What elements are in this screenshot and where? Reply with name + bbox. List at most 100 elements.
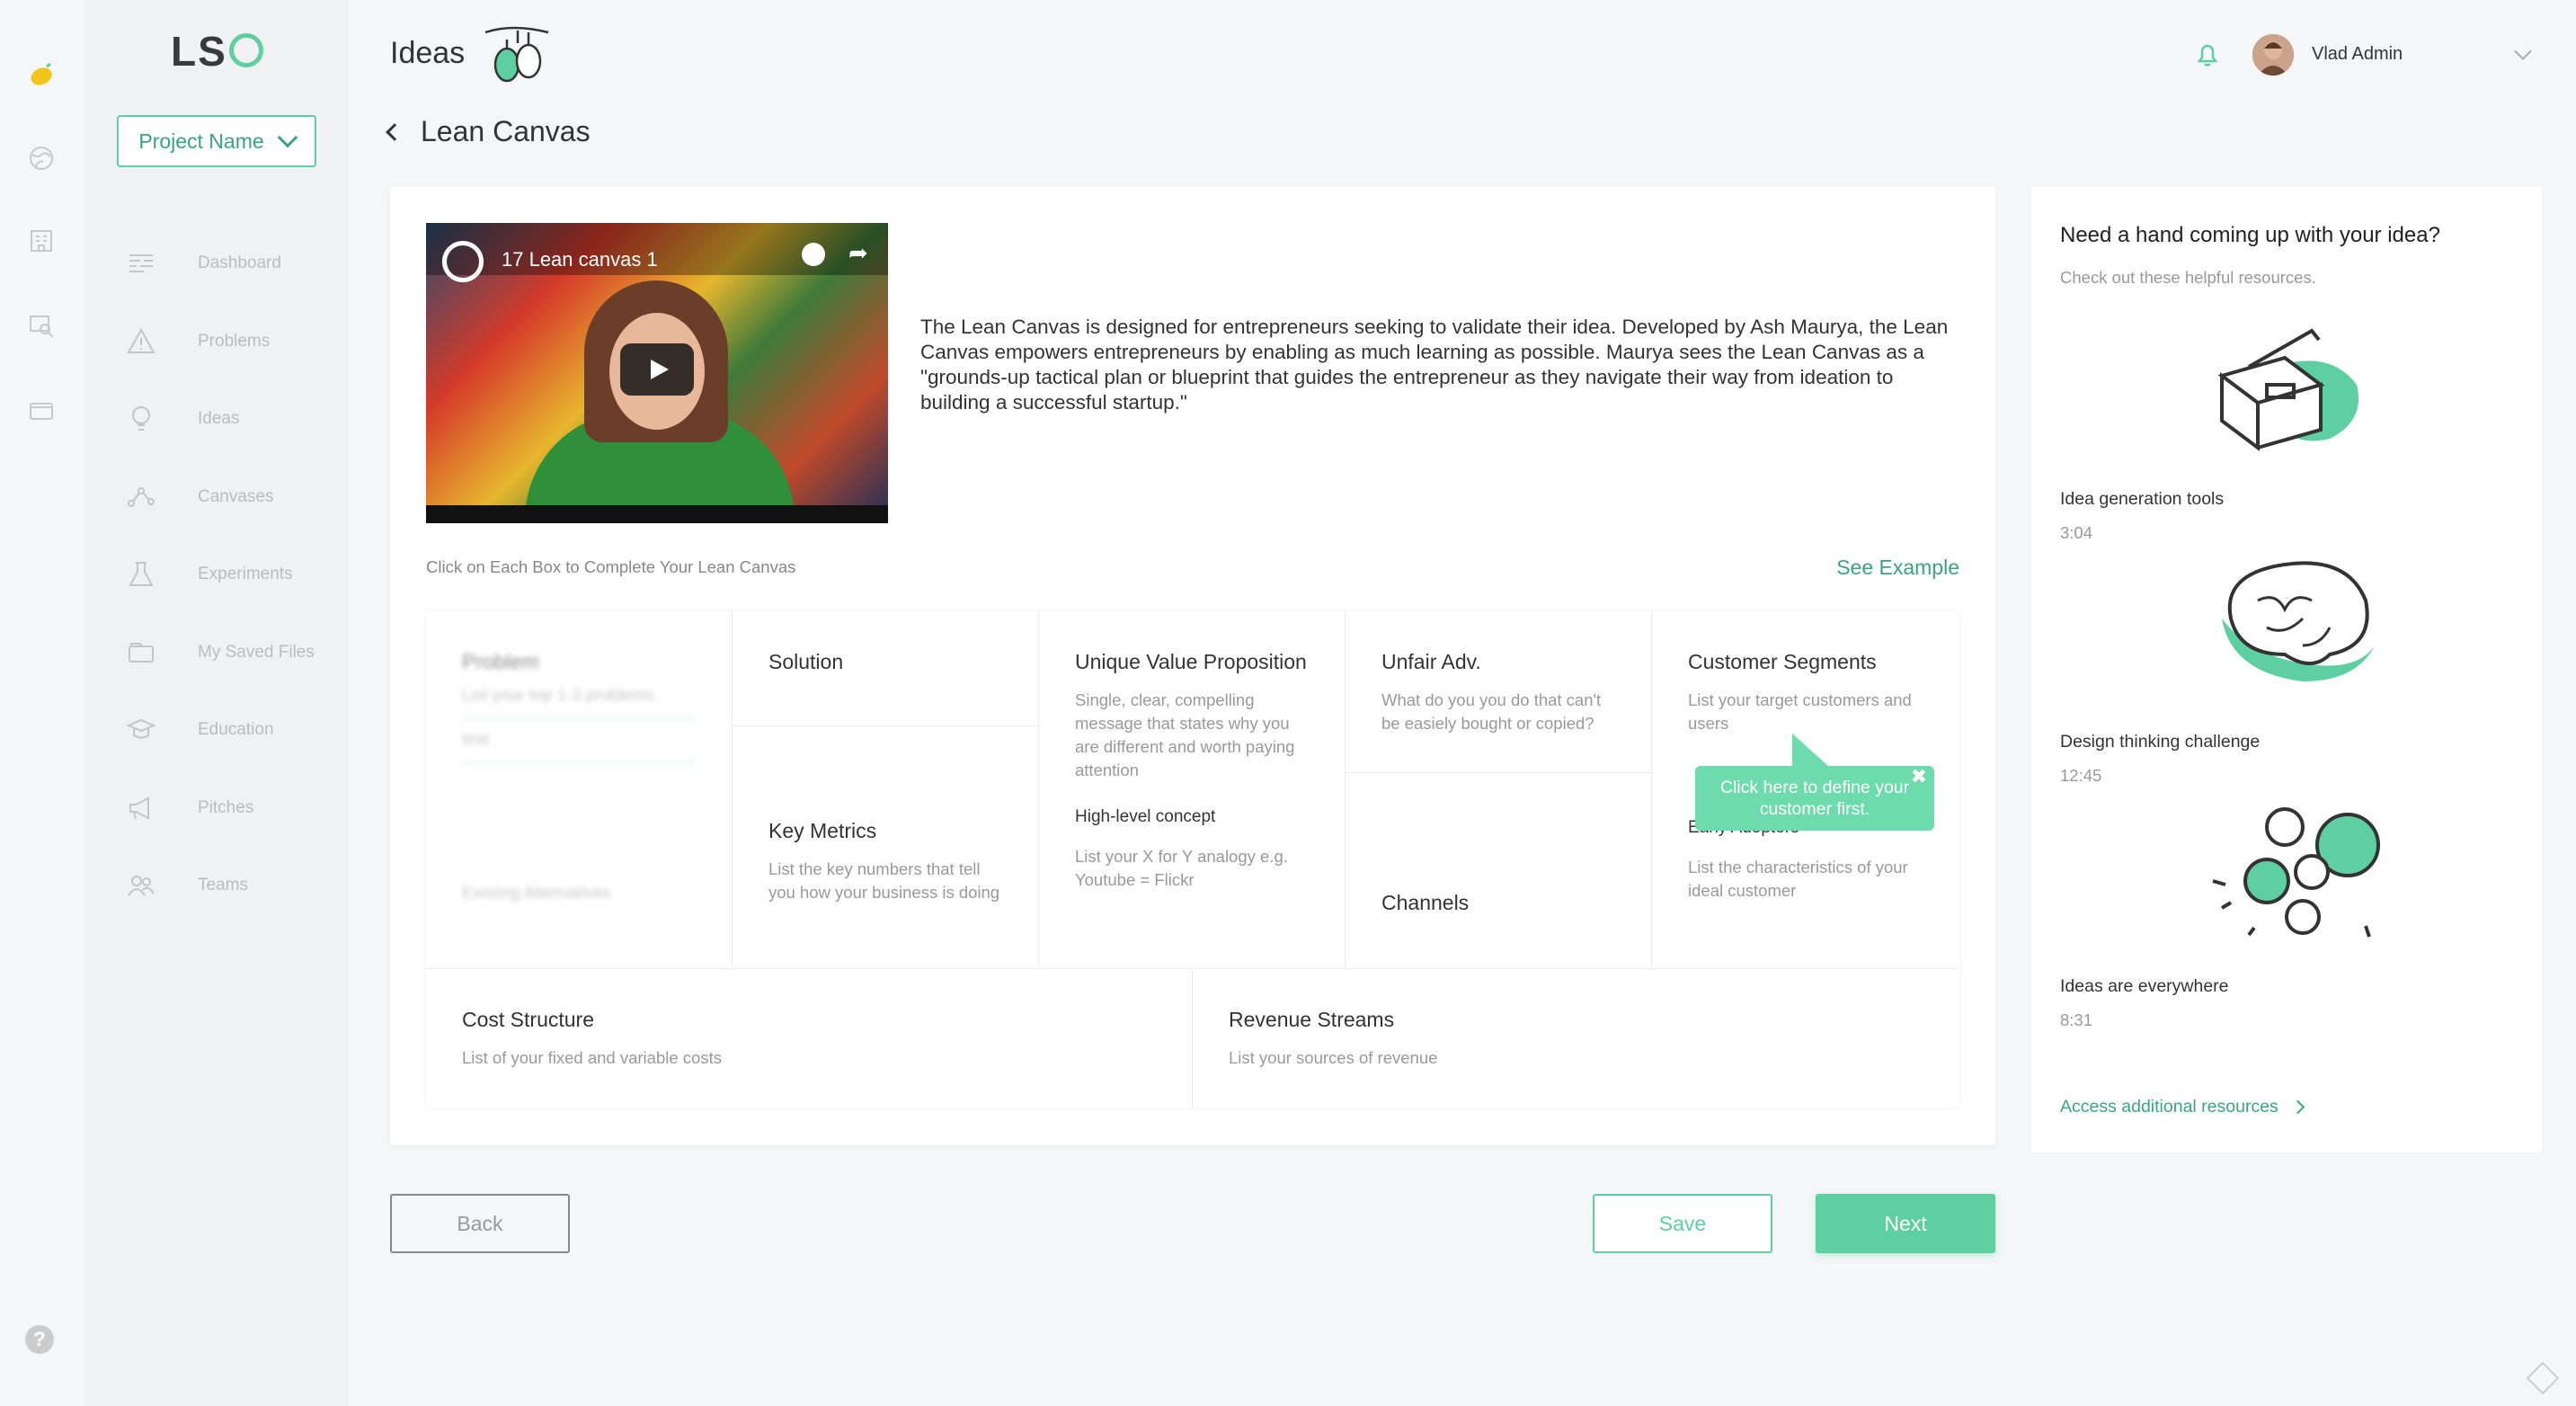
diamond-icon	[2526, 1361, 2560, 1395]
resource-title: Idea generation tools	[2060, 489, 2225, 509]
cost-title: Cost Structure	[462, 1008, 594, 1031]
lemons-illustration-icon	[484, 26, 549, 83]
user-name[interactable]: Vlad Admin	[2312, 44, 2403, 65]
high-level-concept-title: High-level concept	[1075, 807, 1216, 826]
unfair-desc: What do you you do that can't be easiely…	[1381, 690, 1602, 733]
back-button[interactable]: Back	[390, 1194, 570, 1253]
sidebar-item-experiments[interactable]: Experiments	[84, 536, 349, 614]
resource-title: Design thinking challenge	[2060, 732, 2261, 752]
problem-underline	[462, 717, 696, 720]
project-select-label: Project Name	[138, 129, 264, 153]
uvp-desc: Single, clear, compelling message that s…	[1075, 690, 1295, 779]
high-level-concept-desc: List your X for Y analogy e.g. Youtube =…	[1075, 847, 1288, 889]
sub-title: Lean Canvas	[421, 115, 591, 147]
lean-canvas-grid: Problem List your top 1-3 problems test …	[426, 611, 1959, 1108]
play-button[interactable]	[620, 343, 694, 396]
lightbulb-icon	[132, 406, 150, 432]
page-title: Ideas	[390, 36, 466, 70]
sidebar-item-problems[interactable]: Problems	[84, 303, 349, 381]
resource-duration: 8:31	[2060, 1010, 2093, 1029]
resource-duration: 12:45	[2060, 766, 2102, 785]
globe-icon[interactable]	[25, 142, 58, 174]
canvas-box-revenue-streams[interactable]: Revenue Streams List your sources of rev…	[1193, 969, 1959, 1108]
canvas-box-problem[interactable]: Problem List your top 1-3 problems test …	[426, 611, 733, 969]
uvp-title: Unique Value Proposition	[1075, 650, 1307, 673]
resource-title: Ideas are everywhere	[2060, 976, 2229, 996]
video-player[interactable]: 17 Lean canvas 1 ➦	[426, 223, 888, 523]
canvas-box-unfair-advantage[interactable]: Unfair Adv. What do you you do that can'…	[1346, 611, 1652, 773]
chevron-left-icon[interactable]	[386, 122, 404, 141]
problem-blurred: Problem List your top 1-3 problems test …	[462, 647, 696, 904]
video-bottombar	[426, 505, 888, 523]
project-select[interactable]: Project Name	[117, 115, 316, 167]
canvas-box-solution[interactable]: Solution	[733, 611, 1039, 726]
sidebar-item-saved-files[interactable]: My Saved Files	[84, 614, 349, 692]
tooltip-text: Click here to define your customer first…	[1719, 778, 1910, 819]
sidebar-item-ideas[interactable]: Ideas	[84, 380, 349, 458]
toolbox-illustration-icon	[2217, 328, 2358, 451]
chevron-right-icon	[2290, 1099, 2305, 1115]
resource-duration: 3:04	[2060, 523, 2093, 542]
revenue-title: Revenue Streams	[1229, 1008, 1395, 1031]
sidebar: LS Project Name Dashboard Problems Ideas…	[84, 0, 349, 1406]
watch-later-icon[interactable]	[802, 243, 825, 266]
solution-title: Solution	[768, 650, 844, 673]
bell-icon[interactable]	[2195, 41, 2220, 68]
warning-icon	[127, 327, 155, 353]
lightbulbs-illustration-icon	[2212, 807, 2380, 938]
segments-desc: List your target customers and users	[1688, 690, 1912, 733]
close-icon[interactable]: ✖	[1911, 766, 1927, 788]
unfair-title: Unfair Adv.	[1381, 650, 1481, 673]
key-metrics-title: Key Metrics	[768, 819, 877, 842]
canvas-box-key-metrics[interactable]: Key Metrics List the key numbers that te…	[733, 726, 1039, 969]
help-icon[interactable]: ?	[25, 1325, 54, 1354]
cost-desc: List of your fixed and variable costs	[462, 1048, 722, 1067]
existing-alternatives: Existing Alternatives	[462, 883, 611, 902]
resources-title: Need a hand coming up with your idea?	[2060, 223, 2440, 247]
sidebar-item-education[interactable]: Education	[84, 691, 349, 770]
logo[interactable]: LS	[171, 27, 263, 76]
intro-text: The Lean Canvas is designed for entrepre…	[920, 316, 1949, 414]
canvas-box-cost-structure[interactable]: Cost Structure List of your fixed and va…	[426, 969, 1193, 1108]
sidebar-item-dashboard[interactable]: Dashboard	[84, 225, 349, 303]
lean-canvas-card: 17 Lean canvas 1 ➦ The Lean Canvas is de…	[390, 187, 1995, 1145]
problem-desc: List your top 1-3 problems	[462, 685, 654, 704]
folder-rail-icon[interactable]	[25, 394, 58, 426]
resources-panel: Need a hand coming up with your idea? Ch…	[2031, 187, 2542, 1152]
access-resources-link[interactable]: Access additional resources	[2060, 1097, 2305, 1117]
dashboard-icon	[129, 254, 153, 273]
next-button[interactable]: Next	[1816, 1194, 1995, 1253]
sidebar-nav: Dashboard Problems Ideas Canvases Experi…	[84, 225, 349, 925]
share-icon[interactable]: ➦	[848, 239, 868, 267]
chevron-down-icon	[277, 127, 298, 148]
graduation-cap-icon	[126, 719, 156, 739]
avatar[interactable]	[2252, 34, 2294, 76]
search-people-icon[interactable]	[25, 309, 58, 342]
channel-avatar-icon	[442, 241, 484, 282]
icon-rail	[0, 0, 84, 1406]
problem-underline	[462, 761, 696, 764]
customer-tooltip[interactable]: Click here to define your customer first…	[1695, 734, 1934, 831]
canvas-hint: Click on Each Box to Complete Your Lean …	[426, 557, 796, 576]
resources-subtitle: Check out these helpful resources.	[2060, 268, 2316, 287]
early-adopters-desc: List the characteristics of your ideal c…	[1688, 858, 1908, 900]
breadcrumb: Lean Canvas	[386, 115, 591, 148]
canvas-box-channels[interactable]: Channels	[1346, 773, 1652, 969]
team-icon	[128, 876, 155, 896]
folder-icon	[129, 642, 154, 663]
sidebar-item-pitches[interactable]: Pitches	[84, 770, 349, 848]
segments-title: Customer Segments	[1688, 650, 1877, 673]
logo-o-icon	[228, 33, 263, 67]
see-example-link[interactable]: See Example	[1836, 556, 1959, 580]
revenue-desc: List your sources of revenue	[1229, 1048, 1438, 1067]
lemon-icon[interactable]	[25, 59, 58, 92]
chevron-down-icon[interactable]	[2514, 42, 2532, 60]
save-button[interactable]: Save	[1593, 1194, 1772, 1253]
sidebar-item-teams[interactable]: Teams	[84, 847, 349, 925]
canvas-box-uvp[interactable]: Unique Value Proposition Single, clear, …	[1039, 611, 1346, 969]
video-title: 17 Lean canvas 1	[502, 248, 658, 271]
problem-title: Problem	[462, 650, 539, 673]
building-icon[interactable]	[25, 225, 58, 257]
sidebar-item-canvases[interactable]: Canvases	[84, 458, 349, 537]
brain-illustration-icon	[2222, 561, 2375, 681]
